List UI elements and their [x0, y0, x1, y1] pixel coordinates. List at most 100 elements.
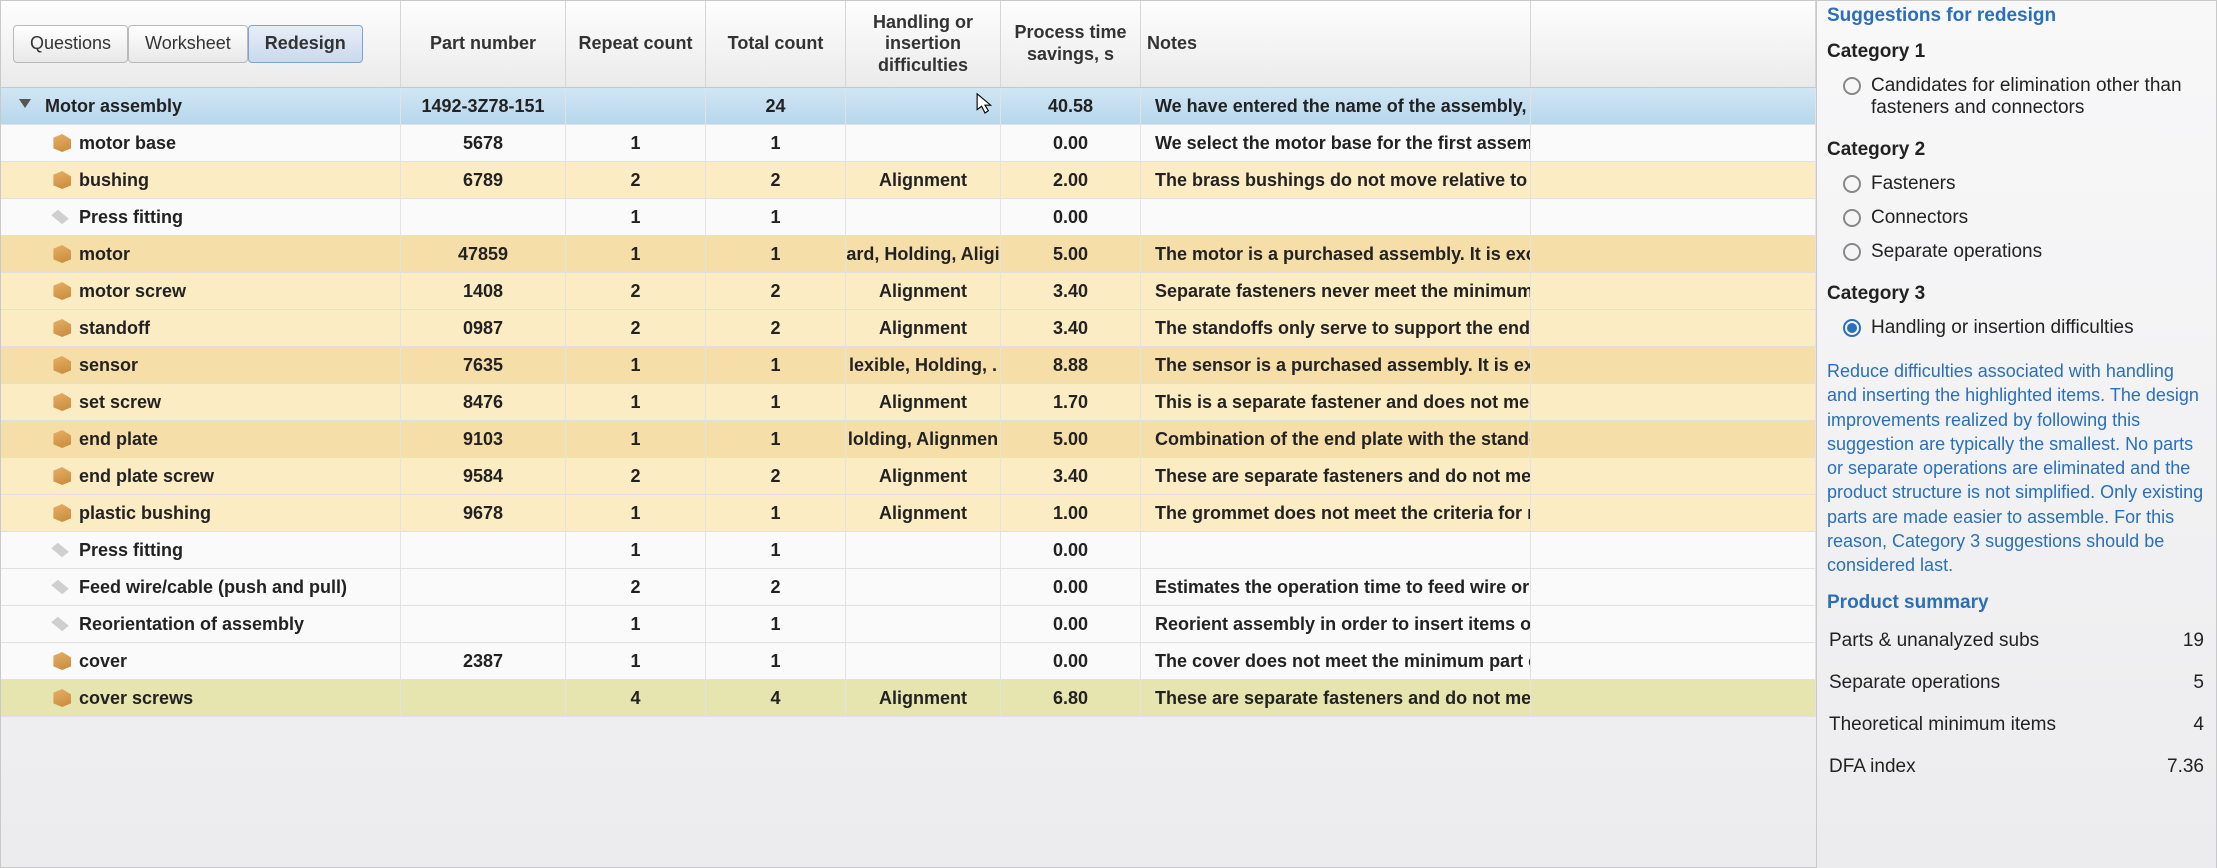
- cell-spacer: [1531, 421, 1816, 457]
- cell-spacer: [1531, 569, 1816, 605]
- row-name-text: Press fitting: [79, 207, 183, 228]
- suggestions-title: Suggestions for redesign: [1827, 5, 2206, 27]
- cell-total-count: 2: [706, 310, 846, 346]
- tree-toggle-icon[interactable]: [19, 99, 31, 114]
- cell-total-count: 1: [706, 495, 846, 531]
- cell-part-number: 1408: [401, 273, 566, 309]
- radio-icon: [1843, 243, 1861, 261]
- cell-part-number: 7635: [401, 347, 566, 383]
- cell-difficulties: [846, 532, 1001, 568]
- cell-process-time: 0.00: [1001, 125, 1141, 161]
- radio-label: Candidates for elimination other than fa…: [1871, 75, 2206, 119]
- cell-total-count: 2: [706, 273, 846, 309]
- cell-name: cover screws: [1, 680, 401, 716]
- cell-difficulties: Alignment: [846, 273, 1001, 309]
- cell-part-number: 2387: [401, 643, 566, 679]
- cell-process-time: 3.40: [1001, 310, 1141, 346]
- operation-icon: [49, 208, 71, 226]
- cell-spacer: [1531, 347, 1816, 383]
- tab-worksheet[interactable]: Worksheet: [128, 25, 248, 63]
- cell-notes: Separate fasteners never meet the minimu…: [1141, 273, 1531, 309]
- cell-name: set screw: [1, 384, 401, 420]
- table-row[interactable]: end plate screw958422Alignment3.40These …: [1, 458, 1816, 495]
- radio-fasteners[interactable]: Fasteners: [1827, 167, 2206, 201]
- row-name-text: sensor: [79, 355, 138, 376]
- part-icon: [49, 134, 71, 152]
- part-icon: [49, 282, 71, 300]
- cell-repeat-count: 1: [566, 495, 706, 531]
- row-name-text: end plate: [79, 429, 158, 450]
- product-summary-title: Product summary: [1827, 592, 2206, 614]
- row-name-text: plastic bushing: [79, 503, 211, 524]
- header-part-number[interactable]: Part number: [401, 1, 566, 87]
- row-name-text: Feed wire/cable (push and pull): [79, 577, 347, 598]
- header-repeat-count[interactable]: Repeat count: [566, 1, 706, 87]
- cell-spacer: [1531, 458, 1816, 494]
- table-row[interactable]: Motor assembly1492-3Z78-1512440.58We hav…: [1, 88, 1816, 125]
- table-row[interactable]: sensor763511lexible, Holding, .8.88The s…: [1, 347, 1816, 384]
- radio-icon: [1843, 77, 1861, 95]
- table-row[interactable]: motor screw140822Alignment3.40Separate f…: [1, 273, 1816, 310]
- cell-total-count: 1: [706, 347, 846, 383]
- radio-label: Fasteners: [1871, 173, 1955, 195]
- header-name-tabs: Questions Worksheet Redesign: [1, 1, 401, 87]
- cell-difficulties: Alignment: [846, 162, 1001, 198]
- table-row[interactable]: Press fitting110.00: [1, 532, 1816, 569]
- radio-handling-difficulties[interactable]: Handling or insertion difficulties: [1827, 311, 2206, 345]
- table-row[interactable]: cover2387110.00The cover does not meet t…: [1, 643, 1816, 680]
- table-row[interactable]: cover screws44Alignment6.80These are sep…: [1, 680, 1816, 717]
- summary-value: 19: [2183, 630, 2204, 652]
- part-icon: [49, 245, 71, 263]
- cell-name: plastic bushing: [1, 495, 401, 531]
- header-difficulties[interactable]: Handling or insertion difficulties: [846, 1, 1001, 87]
- cell-name: Motor assembly: [1, 88, 401, 124]
- row-name-text: Reorientation of assembly: [79, 614, 304, 635]
- table-row[interactable]: plastic bushing967811Alignment1.00The gr…: [1, 495, 1816, 532]
- table-row[interactable]: set screw847611Alignment1.70This is a se…: [1, 384, 1816, 421]
- row-name-text: motor: [79, 244, 130, 265]
- table-row[interactable]: motor base5678110.00We select the motor …: [1, 125, 1816, 162]
- cell-name: motor screw: [1, 273, 401, 309]
- radio-separate-operations[interactable]: Separate operations: [1827, 235, 2206, 269]
- radio-connectors[interactable]: Connectors: [1827, 201, 2206, 235]
- part-icon: [49, 393, 71, 411]
- cell-process-time: 0.00: [1001, 532, 1141, 568]
- cell-difficulties: [846, 125, 1001, 161]
- table-row[interactable]: Feed wire/cable (push and pull)220.00Est…: [1, 569, 1816, 606]
- cell-repeat-count: 2: [566, 569, 706, 605]
- cell-total-count: 1: [706, 125, 846, 161]
- table-row[interactable]: end plate910311lolding, Alignmen5.00Comb…: [1, 421, 1816, 458]
- table-row[interactable]: Press fitting110.00: [1, 199, 1816, 236]
- header-total-count[interactable]: Total count: [706, 1, 846, 87]
- cell-repeat-count: 1: [566, 606, 706, 642]
- cell-notes: The grommet does not meet the criteria f…: [1141, 495, 1531, 531]
- table-row[interactable]: standoff098722Alignment3.40The standoffs…: [1, 310, 1816, 347]
- radio-label: Separate operations: [1871, 241, 2042, 263]
- cell-notes: The cover does not meet the minimum part…: [1141, 643, 1531, 679]
- cell-spacer: [1531, 532, 1816, 568]
- table-row[interactable]: motor4785911ard, Holding, Aligi5.00The m…: [1, 236, 1816, 273]
- cell-spacer: [1531, 236, 1816, 272]
- product-summary: Parts & unanalyzed subs19Separate operat…: [1827, 620, 2206, 788]
- tab-questions[interactable]: Questions: [13, 25, 128, 63]
- cell-difficulties: Alignment: [846, 680, 1001, 716]
- cell-process-time: 3.40: [1001, 273, 1141, 309]
- tab-redesign[interactable]: Redesign: [248, 25, 363, 63]
- cell-total-count: 4: [706, 680, 846, 716]
- cell-process-time: 5.00: [1001, 421, 1141, 457]
- header-notes[interactable]: Notes: [1141, 1, 1531, 87]
- radio-candidates-elimination[interactable]: Candidates for elimination other than fa…: [1827, 69, 2206, 125]
- summary-label: DFA index: [1829, 756, 1916, 778]
- cell-difficulties: [846, 643, 1001, 679]
- cell-repeat-count: 2: [566, 310, 706, 346]
- cell-name: bushing: [1, 162, 401, 198]
- radio-label: Handling or insertion difficulties: [1871, 317, 2134, 339]
- cell-difficulties: lolding, Alignmen: [846, 421, 1001, 457]
- cell-difficulties: Alignment: [846, 384, 1001, 420]
- header-process-time[interactable]: Process time savings, s: [1001, 1, 1141, 87]
- table-row[interactable]: bushing678922Alignment2.00The brass bush…: [1, 162, 1816, 199]
- cell-part-number: [401, 606, 566, 642]
- cell-part-number: 5678: [401, 125, 566, 161]
- cell-process-time: 0.00: [1001, 569, 1141, 605]
- table-row[interactable]: Reorientation of assembly110.00Reorient …: [1, 606, 1816, 643]
